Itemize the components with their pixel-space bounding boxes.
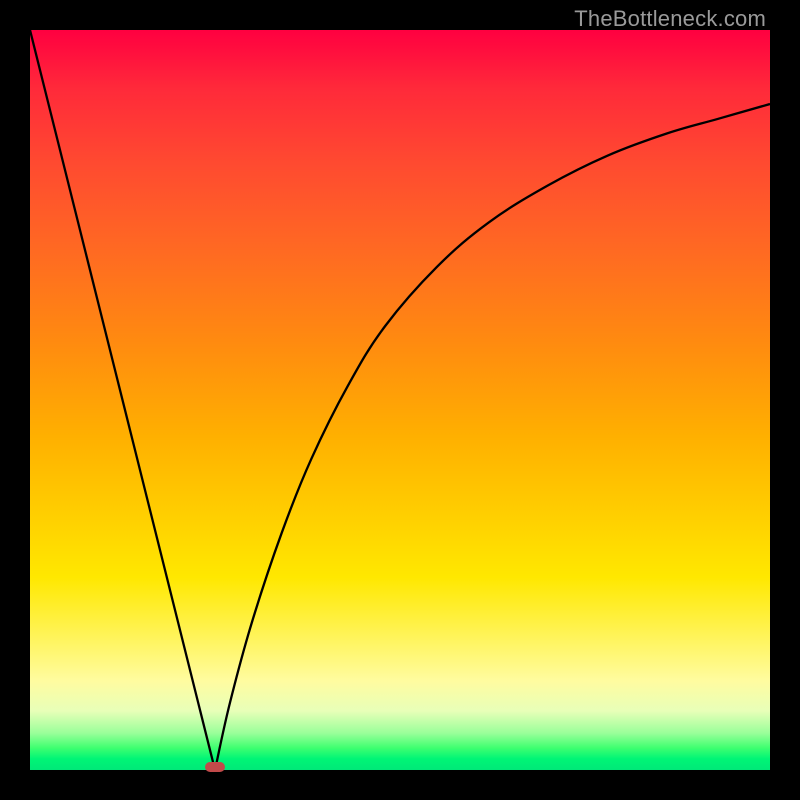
bottleneck-curve [30,30,770,770]
plot-area [30,30,770,770]
curve-right-branch [215,104,770,770]
minimum-marker [205,762,225,772]
curve-left-branch [30,30,215,770]
watermark-text: TheBottleneck.com [574,6,766,32]
chart-frame: TheBottleneck.com [0,0,800,800]
